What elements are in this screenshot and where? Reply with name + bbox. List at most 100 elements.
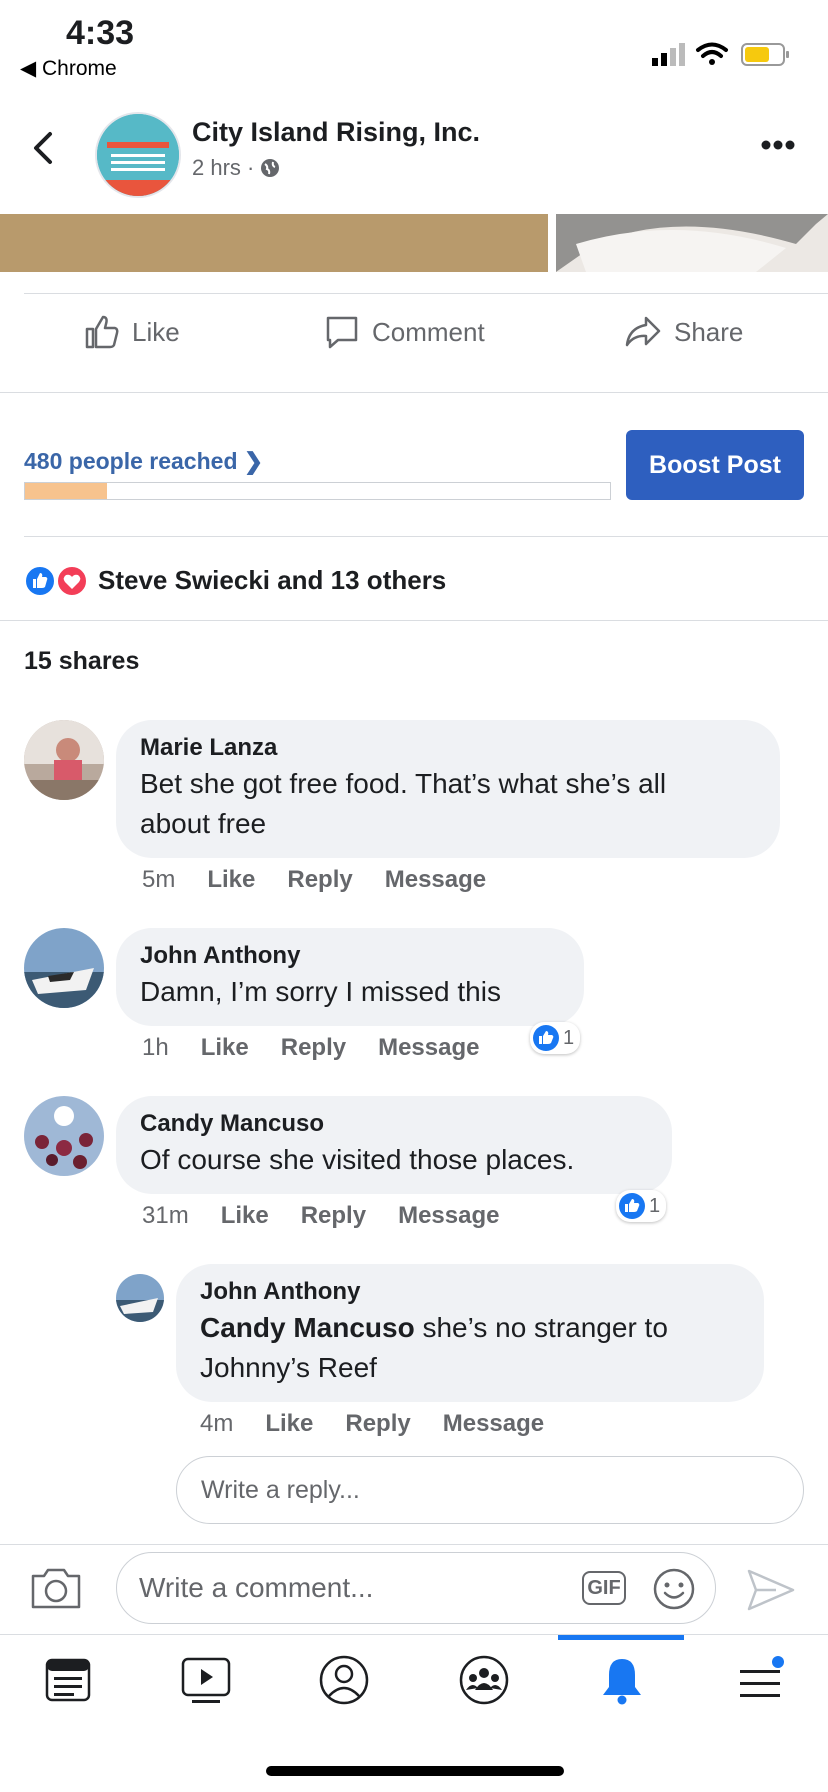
shares-count[interactable]: 15 shares	[24, 647, 139, 676]
comment-text-line: Bet she got free food. That’s what she’s…	[140, 768, 667, 799]
reply-text-line: Candy Mancuso she’s no stranger to	[200, 1308, 740, 1348]
comment-bubble[interactable]: Marie Lanza Bet she got free food. That’…	[116, 720, 780, 858]
comment-meta: 1h Like Reply Message	[142, 1034, 511, 1062]
page-name[interactable]: City Island Rising, Inc.	[192, 117, 480, 148]
comment-label: Comment	[372, 316, 485, 347]
avatar[interactable]	[24, 928, 104, 1008]
globe-icon	[261, 159, 280, 177]
reach-progress-bar	[24, 482, 611, 500]
smiley-icon	[653, 1568, 695, 1610]
page-avatar[interactable]	[95, 112, 181, 198]
like-count: 1	[649, 1194, 661, 1217]
commenter-name[interactable]: Marie Lanza	[140, 732, 756, 764]
emoji-button[interactable]	[652, 1567, 696, 1616]
comment-bubble[interactable]: Candy Mancuso Of course she visited thos…	[116, 1096, 672, 1194]
people-reached-link[interactable]: 480 people reached ❯	[24, 448, 263, 475]
comment-like-button[interactable]: Like	[221, 1202, 269, 1229]
comment-time: 1h	[142, 1034, 169, 1061]
comment-message-button[interactable]: Message	[385, 866, 486, 893]
post-photo-left[interactable]	[0, 214, 548, 272]
reply-bubble[interactable]: John Anthony Candy Mancuso she’s no stra…	[176, 1264, 764, 1402]
tab-menu[interactable]	[730, 1650, 790, 1710]
comment-like-button[interactable]: Like	[265, 1410, 313, 1437]
camera-icon	[31, 1568, 81, 1609]
bell-icon	[603, 1659, 641, 1705]
home-indicator	[266, 1766, 564, 1776]
battery-icon	[741, 43, 789, 66]
comment-reply-button[interactable]: Reply	[301, 1202, 366, 1229]
boost-post-button[interactable]: Boost Post	[626, 430, 804, 500]
comment-meta: 4m Like Reply Message	[200, 1410, 576, 1438]
avatar[interactable]	[116, 1274, 164, 1322]
comment-message-button[interactable]: Message	[443, 1410, 544, 1437]
divider	[0, 1544, 828, 1545]
avatar[interactable]	[24, 720, 104, 800]
camera-button[interactable]	[30, 1566, 82, 1615]
share-icon	[625, 316, 661, 347]
tab-notifications[interactable]	[592, 1650, 652, 1710]
comment-icon	[326, 316, 358, 349]
send-icon	[747, 1569, 795, 1611]
comment-reply-button[interactable]: Reply	[345, 1410, 410, 1437]
like-label: Like	[132, 316, 180, 347]
commenter-name[interactable]: John Anthony	[200, 1276, 740, 1308]
comment-time: 4m	[200, 1410, 234, 1437]
comment-like-badge[interactable]: 1	[530, 1022, 581, 1054]
tab-groups[interactable]	[454, 1650, 514, 1710]
comment-like-button[interactable]: Like	[201, 1034, 249, 1061]
like-reaction-icon	[619, 1193, 645, 1219]
comment-reply-button[interactable]: Reply	[281, 1034, 346, 1061]
comment-text-line: Damn, I’m sorry I missed this	[140, 976, 501, 1007]
tab-news-feed[interactable]	[38, 1650, 98, 1710]
comment-message-button[interactable]: Message	[378, 1034, 479, 1061]
back-to-app-link[interactable]: ◀ Chrome	[20, 56, 117, 81]
status-icons	[652, 40, 794, 75]
comment-meta: 31m Like Reply Message	[142, 1202, 531, 1230]
commenter-name[interactable]: Candy Mancuso	[140, 1108, 648, 1140]
groups-icon	[459, 1655, 509, 1705]
menu-icon	[740, 1656, 784, 1697]
comment-input[interactable]: Write a comment...	[116, 1552, 716, 1624]
divider	[0, 392, 828, 393]
tab-watch[interactable]	[176, 1650, 236, 1710]
divider	[0, 620, 828, 621]
profile-icon	[319, 1655, 369, 1705]
reach-progress-fill	[25, 483, 107, 499]
like-count: 1	[563, 1026, 575, 1049]
active-tab-indicator	[558, 1635, 684, 1640]
tab-profile[interactable]	[314, 1650, 374, 1710]
comment-message-button[interactable]: Message	[398, 1202, 499, 1229]
back-button[interactable]	[30, 130, 54, 171]
like-reaction-icon	[24, 565, 56, 597]
signal-icon	[652, 43, 685, 66]
like-button[interactable]: Like	[84, 314, 180, 350]
share-label: Share	[674, 316, 744, 347]
comment-time: 31m	[142, 1202, 189, 1229]
comment-reply-button[interactable]: Reply	[287, 866, 352, 893]
share-button[interactable]: Share	[624, 314, 743, 350]
wifi-icon	[696, 42, 728, 65]
commenter-name[interactable]: John Anthony	[140, 940, 560, 972]
status-time: 4:33	[66, 14, 135, 52]
mention-link[interactable]: Candy Mancuso	[200, 1312, 415, 1343]
love-reaction-icon	[56, 565, 88, 597]
divider	[24, 293, 828, 294]
reaction-icons[interactable]	[24, 565, 90, 602]
avatar[interactable]	[24, 1096, 104, 1176]
reply-input[interactable]: Write a reply...	[176, 1456, 804, 1524]
comment-button[interactable]: Comment	[324, 314, 485, 350]
comment-time: 5m	[142, 866, 176, 893]
post-photo-right[interactable]	[556, 214, 828, 272]
reply-text: she’s no stranger to	[414, 1312, 668, 1343]
thumbs-up-icon	[85, 315, 119, 349]
more-options-button[interactable]	[760, 138, 796, 156]
comment-like-badge[interactable]: 1	[616, 1190, 667, 1222]
comment-text-line: Of course she visited those places.	[140, 1144, 575, 1175]
post-time: 2 hrs ·	[192, 155, 280, 181]
chevron-left-icon	[34, 132, 52, 164]
send-button[interactable]	[746, 1568, 796, 1617]
reactions-summary[interactable]: Steve Swiecki and 13 others	[98, 565, 446, 596]
comment-bubble[interactable]: John Anthony Damn, I’m sorry I missed th…	[116, 928, 584, 1026]
comment-like-button[interactable]: Like	[207, 866, 255, 893]
gif-button[interactable]: GIF	[582, 1571, 626, 1605]
